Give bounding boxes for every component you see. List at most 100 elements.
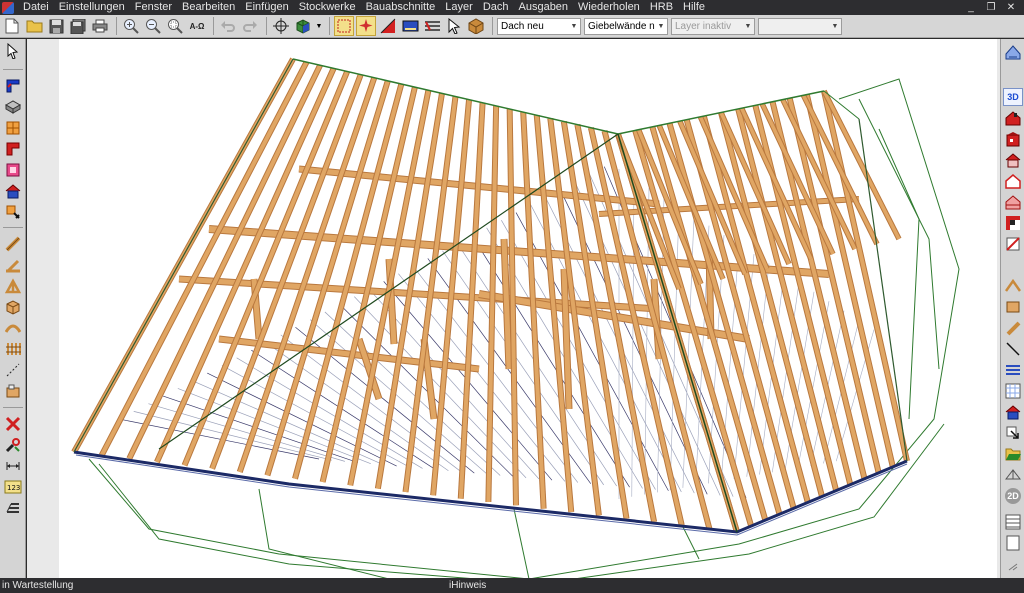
print-button[interactable] (90, 16, 110, 36)
fence-tool-button[interactable] (3, 340, 23, 358)
cube-dropdown-button[interactable]: ▼ (315, 16, 323, 36)
pointer-button[interactable] (444, 16, 464, 36)
room-tool-button[interactable] (3, 161, 23, 179)
redo-button[interactable] (240, 16, 260, 36)
menu-einstellungen[interactable]: Einstellungen (54, 0, 130, 15)
menu-bauabschnitte[interactable]: Bauabschnitte (361, 0, 441, 15)
facade-button[interactable] (1003, 130, 1023, 148)
section-button[interactable] (3, 499, 23, 517)
render-view-icon (1005, 45, 1021, 60)
house-outline-icon (1005, 174, 1021, 189)
panel-separator (3, 407, 23, 408)
select-tool-button[interactable] (3, 42, 23, 60)
menu-wiederholen[interactable]: Wiederholen (573, 0, 645, 15)
gable-walls-select[interactable]: Giebelwände neu ▼ (584, 17, 668, 35)
menu-dach[interactable]: Dach (478, 0, 514, 15)
line-tool-button[interactable] (1003, 340, 1023, 358)
minimize-button[interactable]: _ (966, 0, 976, 15)
cut-edit-button[interactable] (1003, 235, 1023, 253)
layers-button[interactable] (422, 16, 442, 36)
column-tool-button[interactable] (3, 140, 23, 158)
render-view-button[interactable] (1003, 43, 1023, 61)
roof-outline-button[interactable] (1003, 277, 1023, 295)
zoom-window-button[interactable] (165, 16, 185, 36)
roof-area-button[interactable] (378, 16, 398, 36)
copy-button[interactable] (1003, 424, 1023, 442)
dimension-line-button[interactable] (3, 361, 23, 379)
3d-cube-button[interactable] (293, 16, 313, 36)
open-file-button[interactable] (24, 16, 44, 36)
house-section-button[interactable] (1003, 193, 1023, 211)
empty-select[interactable]: ▼ (758, 17, 842, 35)
view-2d-button[interactable]: 2D (1003, 487, 1023, 505)
floppy-icon (49, 19, 63, 33)
table-view-button[interactable] (1003, 513, 1023, 531)
menu-ausgaben[interactable]: Ausgaben (514, 0, 574, 15)
menu-hrb[interactable]: HRB (645, 0, 678, 15)
dashed-line-icon (6, 363, 20, 377)
roof-wire-button[interactable] (1003, 466, 1023, 484)
left-tool-panel: 123 (0, 39, 26, 578)
delete-button[interactable] (3, 415, 23, 433)
save-button[interactable] (46, 16, 66, 36)
select-burst-button[interactable] (356, 16, 376, 36)
plane-view-button[interactable] (400, 16, 420, 36)
timber-button[interactable] (1003, 319, 1023, 337)
menu-fenster[interactable]: Fenster (130, 0, 177, 15)
grid-button[interactable] (1003, 382, 1023, 400)
menu-datei[interactable]: Datei (18, 0, 54, 15)
layer-stack-button[interactable] (1003, 361, 1023, 379)
text-block-button[interactable] (3, 382, 23, 400)
roof-3d-model (71, 57, 960, 578)
select-region-button[interactable] (334, 16, 354, 36)
new-file-button[interactable] (2, 16, 22, 36)
toolbar-separator (116, 17, 117, 35)
zoom-out-button[interactable] (143, 16, 163, 36)
select-region-icon (337, 19, 351, 33)
menu-einfuegen[interactable]: Einfügen (240, 0, 293, 15)
window-tool-button[interactable] (3, 119, 23, 137)
wall-tool-button[interactable] (3, 77, 23, 95)
close-window-button[interactable]: ✕ (1006, 0, 1016, 15)
layer-select[interactable]: Layer inaktiv ▼ (671, 17, 755, 35)
table-icon (1005, 514, 1021, 530)
restore-button[interactable]: ❐ (986, 0, 996, 15)
resize-grip-icon (1008, 563, 1018, 571)
blank-sheet-button[interactable] (1003, 534, 1023, 552)
tools-icon (5, 438, 20, 453)
beam-tool-button[interactable] (3, 298, 23, 316)
roof-select[interactable]: Dach neu ▼ (497, 17, 581, 35)
resize-grip[interactable] (1003, 558, 1023, 576)
open-folder-button[interactable] (1003, 445, 1023, 463)
house-outline-button[interactable] (1003, 172, 1023, 190)
house-view-button[interactable] (1003, 403, 1023, 421)
crosshair-button[interactable] (271, 16, 291, 36)
arch-tool-button[interactable] (3, 319, 23, 337)
menu-bearbeiten[interactable]: Bearbeiten (177, 0, 240, 15)
measure-button[interactable] (3, 457, 23, 475)
slab-tool-button[interactable] (3, 98, 23, 116)
numbering-button[interactable]: 123 (3, 478, 23, 496)
menu-layer[interactable]: Layer (440, 0, 478, 15)
zoom-in-button[interactable] (121, 16, 141, 36)
house-red-button[interactable] (1003, 151, 1023, 169)
edit-tools-button[interactable] (3, 436, 23, 454)
panel-view-button[interactable] (1003, 298, 1023, 316)
package-button[interactable] (466, 16, 486, 36)
view-3d-button[interactable]: 3D (1003, 88, 1023, 106)
undo-button[interactable] (218, 16, 238, 36)
truss-tool-button[interactable] (3, 277, 23, 295)
menu-hilfe[interactable]: Hilfe (678, 0, 710, 15)
slab-icon (5, 100, 21, 114)
font-tool-button[interactable]: A-Ω (187, 16, 207, 36)
3d-viewport[interactable] (59, 39, 997, 578)
stair-tool-button[interactable] (3, 203, 23, 221)
rafter-tool-button[interactable] (3, 235, 23, 253)
purlin-tool-button[interactable] (3, 256, 23, 274)
save-all-button[interactable] (68, 16, 88, 36)
floor-plan-button[interactable] (1003, 214, 1023, 232)
house-tool-button[interactable] (3, 182, 23, 200)
window-icon (6, 121, 20, 135)
menu-stockwerke[interactable]: Stockwerke (294, 0, 361, 15)
roof-view-button[interactable] (1003, 109, 1023, 127)
